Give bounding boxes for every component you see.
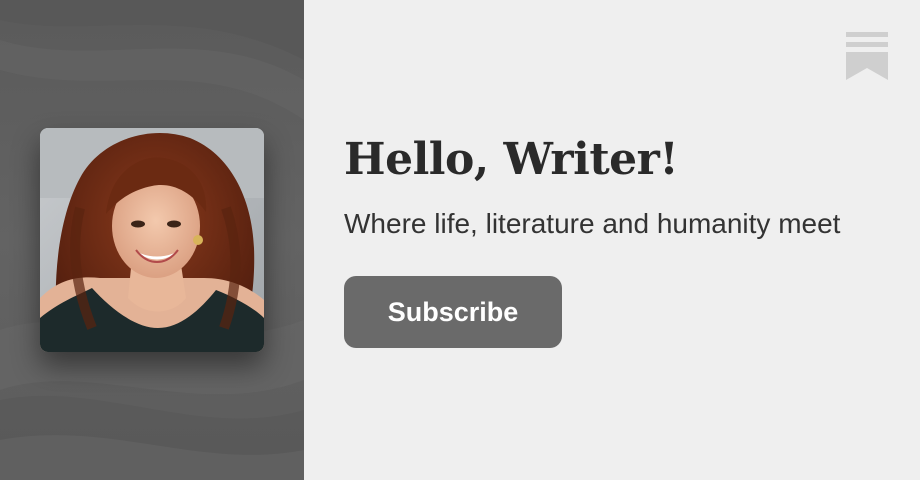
publication-tagline: Where life, literature and humanity meet (344, 208, 841, 239)
publication-avatar (40, 128, 264, 352)
subscribe-button[interactable]: Subscribe (344, 276, 562, 348)
left-decorative-panel (0, 0, 304, 480)
publication-title: Hello, Writer! (344, 134, 679, 185)
right-content-panel: Hello, Writer! Where life, literature an… (304, 0, 920, 480)
bookmark-icon (846, 32, 888, 80)
social-preview-card: Hello, Writer! Where life, literature an… (0, 0, 920, 480)
portrait-image (40, 128, 264, 352)
